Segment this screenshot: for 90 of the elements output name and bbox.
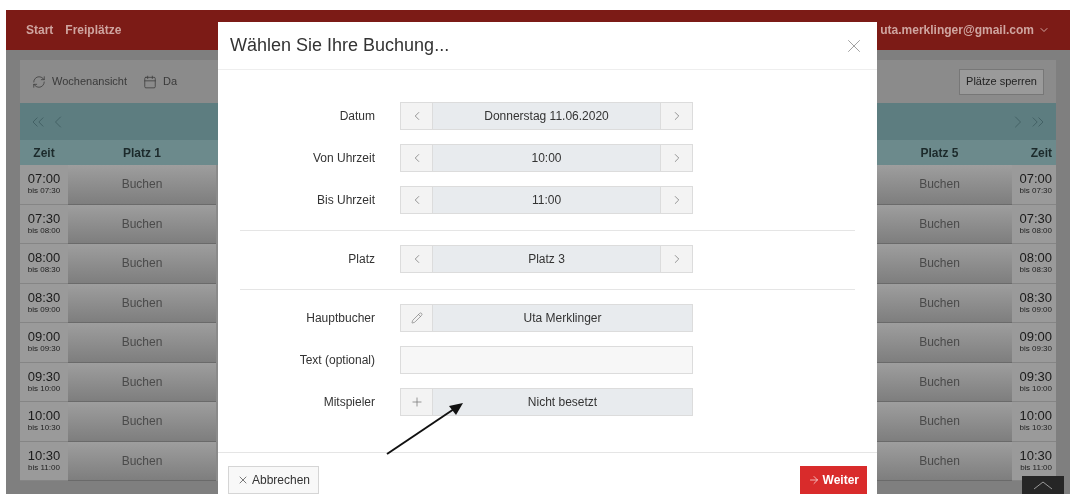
dialog-title: Wählen Sie Ihre Buchung... <box>230 34 450 57</box>
book-slot[interactable]: Buchen <box>68 283 216 323</box>
calendar-icon <box>143 74 157 89</box>
player-field[interactable]: Nicht besetzt <box>400 388 693 416</box>
previous-button[interactable] <box>401 187 433 213</box>
refresh-icon <box>32 74 46 89</box>
time-label: 07:00 <box>1019 172 1052 187</box>
time-label: 10:00 <box>27 409 61 424</box>
time-label: 08:00 <box>27 251 61 266</box>
time-until: bis 07:30 <box>1019 186 1052 197</box>
field-value: Platz 3 <box>433 246 660 272</box>
time-label: 10:00 <box>1019 409 1052 424</box>
time-label: 08:30 <box>1019 290 1052 305</box>
text-field[interactable] <box>400 346 693 374</box>
time-until: bis 08:30 <box>27 265 61 276</box>
next-button[interactable] <box>660 103 692 129</box>
stepper-field[interactable]: 10:00 <box>400 144 693 172</box>
time-label: 09:00 <box>27 330 61 345</box>
book-slot[interactable]: Buchen <box>68 441 216 481</box>
lock-courts-button[interactable]: Plätze sperren <box>959 68 1044 95</box>
time-until: bis 07:30 <box>27 186 61 197</box>
book-slot[interactable]: Buchen <box>68 165 216 205</box>
toolbar-button[interactable]: Wochenansicht <box>32 73 127 90</box>
stepper-field[interactable]: 11:00 <box>400 186 693 214</box>
field-label: Datum <box>338 108 375 125</box>
stepper-field[interactable]: Donnerstag 11.06.2020 <box>400 102 693 130</box>
time-until: bis 08:00 <box>1019 225 1052 236</box>
field-value: 11:00 <box>433 187 660 213</box>
time-until: bis 10:30 <box>1019 423 1052 434</box>
name-field[interactable]: Uta Merklinger <box>400 304 693 332</box>
time-until: bis 10:30 <box>27 423 61 434</box>
toolbar-button[interactable]: Da <box>143 73 178 90</box>
plus-icon <box>409 395 424 409</box>
add-button[interactable] <box>401 389 433 415</box>
previous-button[interactable] <box>401 145 433 171</box>
close-icon <box>237 474 249 486</box>
nav-link[interactable]: Start <box>26 21 54 39</box>
field-label: Mitspieler <box>322 394 375 411</box>
cancel-button[interactable]: Abbrechen <box>228 466 320 494</box>
time-until: bis 09:30 <box>1019 344 1052 355</box>
edit-button[interactable] <box>401 305 433 331</box>
previous-button[interactable] <box>401 246 433 272</box>
column-header: Zeit <box>20 140 68 165</box>
pencil-icon <box>410 312 423 324</box>
column-header: Platz 1 <box>68 140 216 165</box>
book-slot[interactable]: Buchen <box>68 323 216 363</box>
nav-link[interactable]: Freiplätze <box>65 21 122 39</box>
time-until: bis 10:00 <box>27 383 61 394</box>
next-button[interactable]: Weiter <box>799 466 867 494</box>
field-value: Donnerstag 11.06.2020 <box>433 103 660 129</box>
time-label: 07:30 <box>1019 211 1052 226</box>
time-label: 08:30 <box>27 290 61 305</box>
field-value: Uta Merklinger <box>433 305 692 331</box>
time-label: 08:00 <box>1019 251 1052 266</box>
time-until: bis 09:30 <box>27 344 61 355</box>
column-header: Zeit <box>1012 140 1056 165</box>
field-label: Text (optional) <box>298 352 375 369</box>
time-label: 07:00 <box>27 172 61 187</box>
book-slot[interactable]: Buchen <box>68 402 216 442</box>
field-label: Von Uhrzeit <box>311 150 375 167</box>
field-label: Bis Uhrzeit <box>316 192 375 209</box>
user-menu[interactable]: uta.merklinger@gmail.com <box>880 21 1050 39</box>
next-button[interactable] <box>660 145 692 171</box>
time-label: 10:30 <box>27 448 61 463</box>
chevron-up-icon <box>1033 480 1053 490</box>
book-slot[interactable]: Buchen <box>68 362 216 402</box>
field-value: Nicht besetzt <box>433 389 692 415</box>
book-slot[interactable]: Buchen <box>68 204 216 244</box>
time-until: bis 10:00 <box>1019 383 1052 394</box>
time-until: bis 09:00 <box>1019 304 1052 315</box>
time-until: bis 08:00 <box>27 225 61 236</box>
time-label: 09:30 <box>1019 369 1052 384</box>
time-until: bis 08:30 <box>1019 265 1052 276</box>
time-label: 09:30 <box>27 369 61 384</box>
previous-button[interactable] <box>401 103 433 129</box>
time-until: bis 09:00 <box>27 304 61 315</box>
field-value: 10:00 <box>433 145 660 171</box>
time-label: 09:00 <box>1019 330 1052 345</box>
time-label: 07:30 <box>27 211 61 226</box>
field-label: Hauptbucher <box>305 310 375 327</box>
time-label: 10:30 <box>1019 448 1052 463</box>
next-button[interactable] <box>660 246 692 272</box>
stepper-field[interactable]: Platz 3 <box>400 245 693 273</box>
time-until: bis 11:00 <box>28 462 60 473</box>
scroll-top-button[interactable] <box>1022 476 1064 494</box>
field-label: Platz <box>347 251 375 268</box>
next-button[interactable] <box>660 187 692 213</box>
time-until: bis 11:00 <box>1020 462 1052 473</box>
arrow-right-icon <box>807 474 820 486</box>
book-slot[interactable]: Buchen <box>68 244 216 284</box>
